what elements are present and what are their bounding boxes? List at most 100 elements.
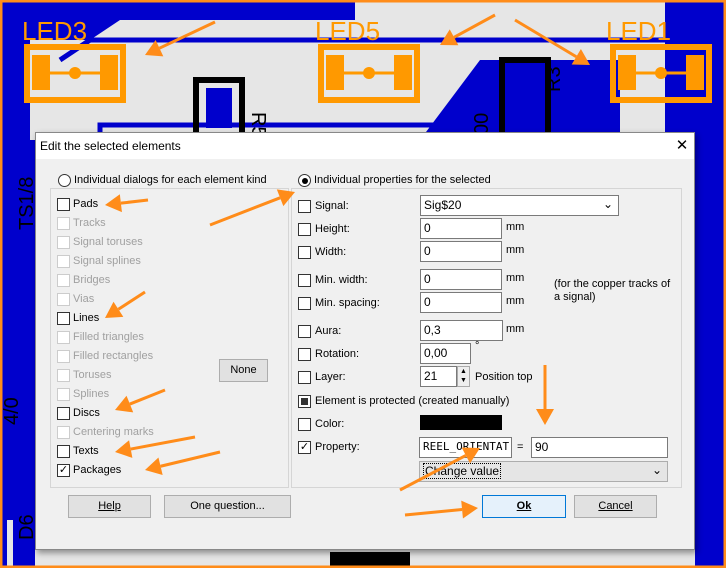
element-kind-label[interactable]: Lines [73,312,99,324]
element-kind-checkbox [57,217,70,230]
element-kind-checkbox [57,255,70,268]
layer-checkbox[interactable] [298,371,311,384]
element-kind-checkbox[interactable] [57,312,70,325]
close-icon[interactable]: ✕ [672,136,692,156]
element-kind-checkbox[interactable] [57,198,70,211]
spin-down-icon[interactable]: ▼ [458,376,469,385]
min-spacing-label: Min. spacing: [315,297,380,309]
element-kind-checkbox [57,274,70,287]
radio-individual-dialogs-label[interactable]: Individual dialogs for each element kind [74,174,267,186]
protected-label: Element is protected (created manually) [315,395,510,407]
aura-checkbox[interactable] [298,325,311,338]
signal-label: Signal: [315,200,349,212]
min-width-label: Min. width: [315,274,368,286]
width-unit: mm [506,244,525,256]
element-kind-label[interactable]: Pads [73,198,98,210]
dialog-title: Edit the selected elements [40,139,181,153]
chevron-down-icon: ⌄ [602,197,613,211]
element-kind-label: Signal splines [73,255,141,267]
element-kind-label: Signal toruses [73,236,143,248]
height-unit: mm [506,221,525,233]
property-value-input[interactable]: 90 [531,437,668,458]
help-button[interactable]: Help [68,495,151,518]
width-label: Width: [315,246,347,258]
layer-position-note: Position top [475,371,533,383]
pcb-label-r3: R3 [543,66,565,92]
rotation-input[interactable]: 0,00 [420,343,471,364]
signal-value: Sig$20 [424,198,462,212]
element-kind-checkbox[interactable] [57,407,70,420]
chevron-down-icon: ⌄ [651,463,662,477]
min-spacing-unit: mm [506,295,525,307]
element-kind-label: Tracks [73,217,106,229]
ok-button-label: Ok [516,500,532,512]
color-label: Color: [315,418,345,430]
layer-label: Layer: [315,371,346,383]
width-input[interactable]: 0 [420,241,502,262]
min-spacing-input[interactable]: 0 [420,292,502,313]
element-kind-label[interactable]: Discs [73,407,100,419]
cancel-button[interactable]: Cancel [574,495,657,518]
property-checkbox[interactable]: ✓ [298,441,311,454]
height-label: Height: [315,223,350,235]
element-kind-label: Filled triangles [73,331,144,343]
radio-individual-dialogs[interactable] [58,174,71,187]
element-kind-checkbox [57,236,70,249]
element-kind-label: Filled rectangles [73,350,154,362]
element-kind-checkbox [57,388,70,401]
layer-input[interactable]: 21 [420,366,457,387]
rotation-checkbox[interactable] [298,348,311,361]
none-button[interactable]: None [219,359,268,382]
pcb-label-led1: LED1 [606,16,671,46]
radio-individual-properties[interactable] [298,174,311,187]
aura-input[interactable]: 0,3 [420,320,503,341]
element-kind-label[interactable]: Packages [73,464,121,476]
layer-spinner[interactable]: ▲ ▼ [457,366,470,387]
property-action-value: Change value [423,463,502,479]
min-spacing-checkbox[interactable] [298,297,311,310]
aura-unit: mm [506,323,525,335]
rotation-label: Rotation: [315,348,360,360]
pcb-label-led5: LED5 [315,16,380,46]
radio-individual-properties-label[interactable]: Individual properties for the selected [314,174,491,186]
help-button-label: Help [98,500,121,512]
element-kind-label[interactable]: Texts [73,445,99,457]
property-name-input[interactable]: REEL_ORIENTAT [419,437,512,458]
property-equals: = [517,441,524,453]
rotation-unit: ° [475,340,480,352]
cancel-button-label: Cancel [598,500,633,512]
element-kind-checkbox [57,331,70,344]
title-bar[interactable]: Edit the selected elements ✕ [36,133,694,159]
color-swatch[interactable] [420,415,502,430]
pcb-label-led3: LED3 [22,16,87,46]
element-kind-label: Centering marks [73,426,154,438]
width-checkbox[interactable] [298,246,311,259]
element-kind-label: Toruses [73,369,112,381]
element-kind-checkbox [57,293,70,306]
protected-checkbox[interactable] [298,395,311,408]
signal-checkbox[interactable] [298,200,311,213]
element-kind-checkbox [57,350,70,363]
min-width-unit: mm [506,272,525,284]
min-width-checkbox[interactable] [298,274,311,287]
element-kind-checkbox[interactable]: ✓ [57,464,70,477]
property-label: Property: [315,441,360,453]
element-kind-label: Bridges [73,274,111,286]
property-action-select[interactable]: Change value ⌄ [419,461,668,482]
min-width-input[interactable]: 0 [420,269,502,290]
pcb-label-470: 4/0 [1,397,23,425]
spin-up-icon[interactable]: ▲ [458,367,469,376]
element-kind-checkbox [57,426,70,439]
ok-button[interactable]: Ok [482,495,566,518]
one-question-button[interactable]: One question... [164,495,291,518]
color-checkbox[interactable] [298,418,311,431]
signal-select[interactable]: Sig$20 ⌄ [420,195,619,216]
aura-label: Aura: [315,325,342,337]
copper-tracks-note: (for the copper tracks of a signal) [554,278,671,303]
edit-selected-elements-dialog: Edit the selected elements ✕ Individual … [35,132,695,550]
element-kind-checkbox[interactable] [57,445,70,458]
element-kind-checkbox [57,369,70,382]
element-kind-label: Splines [73,388,110,400]
height-input[interactable]: 0 [420,218,502,239]
height-checkbox[interactable] [298,223,311,236]
